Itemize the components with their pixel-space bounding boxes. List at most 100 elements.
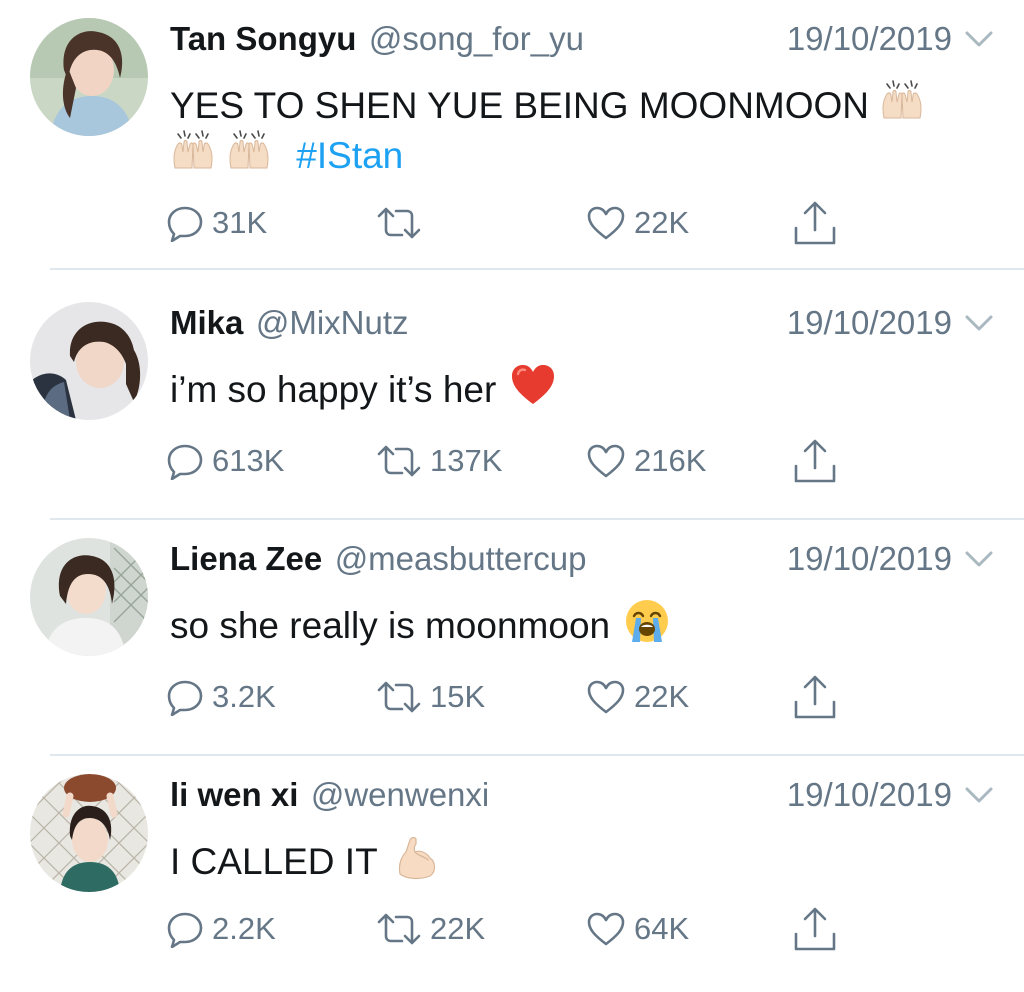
- red-heart-icon: [512, 365, 555, 404]
- reply-count: 2.2K: [212, 911, 276, 946]
- reply-icon: [167, 680, 203, 716]
- reply-count: 3.2K: [212, 679, 276, 714]
- heart-icon: [587, 680, 625, 714]
- tweet-body: YES TO SHEN YUE BEING MOONMOON: [170, 85, 870, 126]
- like-button[interactable]: 22K: [586, 198, 689, 248]
- retweet-count: 15K: [430, 679, 486, 714]
- like-button[interactable]: 216K: [586, 436, 706, 486]
- user-handle[interactable]: @song_for_yu: [369, 20, 584, 57]
- raising-hands-icon: [882, 80, 922, 119]
- reply-count: 613K: [212, 443, 285, 478]
- tweet-text: I CALLED IT: [170, 834, 970, 884]
- tweet-date[interactable]: 19/10/2019: [787, 20, 952, 58]
- retweet-icon: [377, 207, 421, 239]
- tweet[interactable]: Tan Songyu @song_for_yu 19/10/2019 YES T…: [0, 0, 1024, 270]
- retweet-button[interactable]: 137K: [376, 436, 502, 486]
- tweet-feed: Tan Songyu @song_for_yu 19/10/2019 YES T…: [0, 0, 1024, 960]
- share-button[interactable]: [792, 436, 838, 486]
- tweet[interactable]: li wen xi @wenwenxi 19/10/2019 I CALLED …: [0, 756, 1024, 992]
- share-icon: [794, 439, 836, 483]
- avatar-image: [30, 302, 148, 420]
- reply-button[interactable]: 3.2K: [166, 672, 276, 722]
- reply-icon: [167, 206, 203, 242]
- tweet-text: so she really is moonmoon: [170, 598, 970, 648]
- tweet-body: i’m so happy it’s her: [170, 369, 497, 410]
- retweet-button[interactable]: [376, 198, 430, 248]
- heart-icon: [587, 912, 625, 946]
- display-name[interactable]: Mika: [170, 304, 243, 341]
- like-count: 216K: [634, 443, 707, 478]
- like-count: 22K: [634, 205, 690, 240]
- avatar[interactable]: [30, 302, 148, 420]
- share-icon: [794, 907, 836, 951]
- retweet-icon: [377, 913, 421, 945]
- avatar[interactable]: [30, 774, 148, 892]
- user-handle[interactable]: @wenwenxi: [311, 776, 489, 813]
- user-handle[interactable]: @MixNutz: [256, 304, 409, 341]
- tweet-text: YES TO SHEN YUE BEING MOONMOON #IStan: [170, 78, 970, 178]
- tweet-text: i’m so happy it’s her: [170, 362, 970, 412]
- avatar-image: [30, 774, 148, 892]
- retweet-button[interactable]: 15K: [376, 672, 485, 722]
- raising-hands-emoji: [226, 128, 272, 174]
- tweet-body: so she really is moonmoon: [170, 605, 611, 646]
- reply-count: 31K: [212, 205, 268, 240]
- tweet-body: I CALLED IT: [170, 841, 378, 882]
- tweet-date[interactable]: 19/10/2019: [787, 540, 952, 578]
- share-button[interactable]: [792, 672, 838, 722]
- retweet-icon: [377, 445, 421, 477]
- red-heart-emoji: [510, 362, 556, 408]
- loudly-crying-face-emoji: [624, 598, 670, 644]
- reply-button[interactable]: 31K: [166, 198, 267, 248]
- like-button[interactable]: 64K: [586, 904, 689, 954]
- tweet[interactable]: Liena Zee @measbuttercup 19/10/2019 so s…: [0, 520, 1024, 756]
- avatar[interactable]: [30, 538, 148, 656]
- retweet-count: 22K: [430, 911, 486, 946]
- share-button[interactable]: [792, 904, 838, 954]
- like-button[interactable]: 22K: [586, 672, 689, 722]
- retweet-icon: [377, 681, 421, 713]
- flexed-biceps-icon: [398, 837, 435, 880]
- share-icon: [794, 201, 836, 245]
- raising-hands-icon: [173, 130, 213, 169]
- heart-icon: [587, 444, 625, 478]
- share-button[interactable]: [792, 198, 838, 248]
- chevron-down-icon[interactable]: [964, 28, 994, 50]
- retweet-count: 137K: [430, 443, 503, 478]
- display-name[interactable]: li wen xi: [170, 776, 298, 813]
- raising-hands-icon: [229, 130, 269, 169]
- tweet-header: Mika @MixNutz 19/10/2019: [170, 304, 994, 344]
- display-name[interactable]: Liena Zee: [170, 540, 322, 577]
- chevron-down-icon[interactable]: [964, 784, 994, 806]
- tweet-actions: 31K 22K: [166, 198, 866, 248]
- tweet-header: Liena Zee @measbuttercup 19/10/2019: [170, 540, 994, 580]
- like-count: 22K: [634, 679, 690, 714]
- flexed-biceps-emoji: [394, 834, 440, 880]
- avatar-image: [30, 538, 148, 656]
- reply-button[interactable]: 2.2K: [166, 904, 276, 954]
- reply-button[interactable]: 613K: [166, 436, 284, 486]
- reply-icon: [167, 444, 203, 480]
- loudly-crying-face-icon: [626, 600, 669, 642]
- chevron-down-icon[interactable]: [964, 312, 994, 334]
- raising-hands-emoji: [879, 78, 925, 124]
- chevron-down-icon[interactable]: [964, 548, 994, 570]
- avatar-image: [30, 18, 148, 136]
- heart-icon: [587, 206, 625, 240]
- avatar[interactable]: [30, 18, 148, 136]
- hashtag-link[interactable]: #IStan: [296, 135, 403, 176]
- tweet-header: li wen xi @wenwenxi 19/10/2019: [170, 776, 994, 816]
- display-name[interactable]: Tan Songyu: [170, 20, 356, 57]
- tweet-date[interactable]: 19/10/2019: [787, 304, 952, 342]
- tweet[interactable]: Mika @MixNutz 19/10/2019 i’m so happy it…: [0, 284, 1024, 520]
- like-count: 64K: [634, 911, 690, 946]
- raising-hands-emoji: [170, 128, 216, 174]
- retweet-button[interactable]: 22K: [376, 904, 485, 954]
- share-icon: [794, 675, 836, 719]
- tweet-actions: 2.2K 22K 64K: [166, 904, 866, 954]
- tweet-date[interactable]: 19/10/2019: [787, 776, 952, 814]
- user-handle[interactable]: @measbuttercup: [335, 540, 587, 577]
- tweet-actions: 613K 137K 216K: [166, 436, 866, 486]
- tweet-header: Tan Songyu @song_for_yu 19/10/2019: [170, 20, 994, 60]
- reply-icon: [167, 912, 203, 948]
